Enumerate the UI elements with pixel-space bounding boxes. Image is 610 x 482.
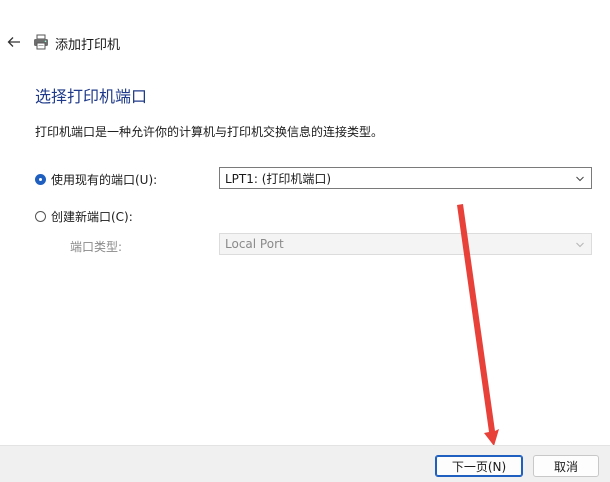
create-new-port-option[interactable]: 创建新端口(C):	[35, 208, 133, 225]
printer-icon	[34, 34, 48, 50]
use-existing-port-label: 使用现有的端口(U):	[51, 173, 158, 187]
existing-port-select[interactable]: LPT1: (打印机端口)	[219, 167, 592, 189]
chevron-down-icon	[576, 176, 584, 182]
existing-port-value: LPT1: (打印机端口)	[225, 171, 332, 186]
add-printer-window: 添加打印机 选择打印机端口 打印机端口是一种允许你的计算机与打印机交换信息的连接…	[0, 0, 610, 482]
port-type-label: 端口类型:	[70, 240, 123, 254]
back-button[interactable]	[4, 32, 24, 52]
arrow-left-icon	[7, 37, 20, 47]
dialog-footer: 下一页(N) 取消	[0, 445, 610, 482]
window-title: 添加打印机	[55, 38, 121, 53]
page-heading: 选择打印机端口	[35, 87, 148, 106]
use-existing-port-radio[interactable]	[35, 174, 46, 185]
create-new-port-radio[interactable]	[35, 211, 46, 222]
title-bar: 添加打印机	[0, 28, 610, 56]
chevron-down-icon	[576, 242, 584, 248]
port-type-value: Local Port	[225, 237, 284, 251]
use-existing-port-option[interactable]: 使用现有的端口(U):	[35, 171, 157, 188]
create-new-port-label: 创建新端口(C):	[51, 210, 133, 224]
page-description: 打印机端口是一种允许你的计算机与打印机交换信息的连接类型。	[35, 125, 384, 139]
cancel-button[interactable]: 取消	[533, 455, 599, 477]
port-type-select: Local Port	[219, 233, 592, 255]
next-button[interactable]: 下一页(N)	[435, 455, 523, 477]
